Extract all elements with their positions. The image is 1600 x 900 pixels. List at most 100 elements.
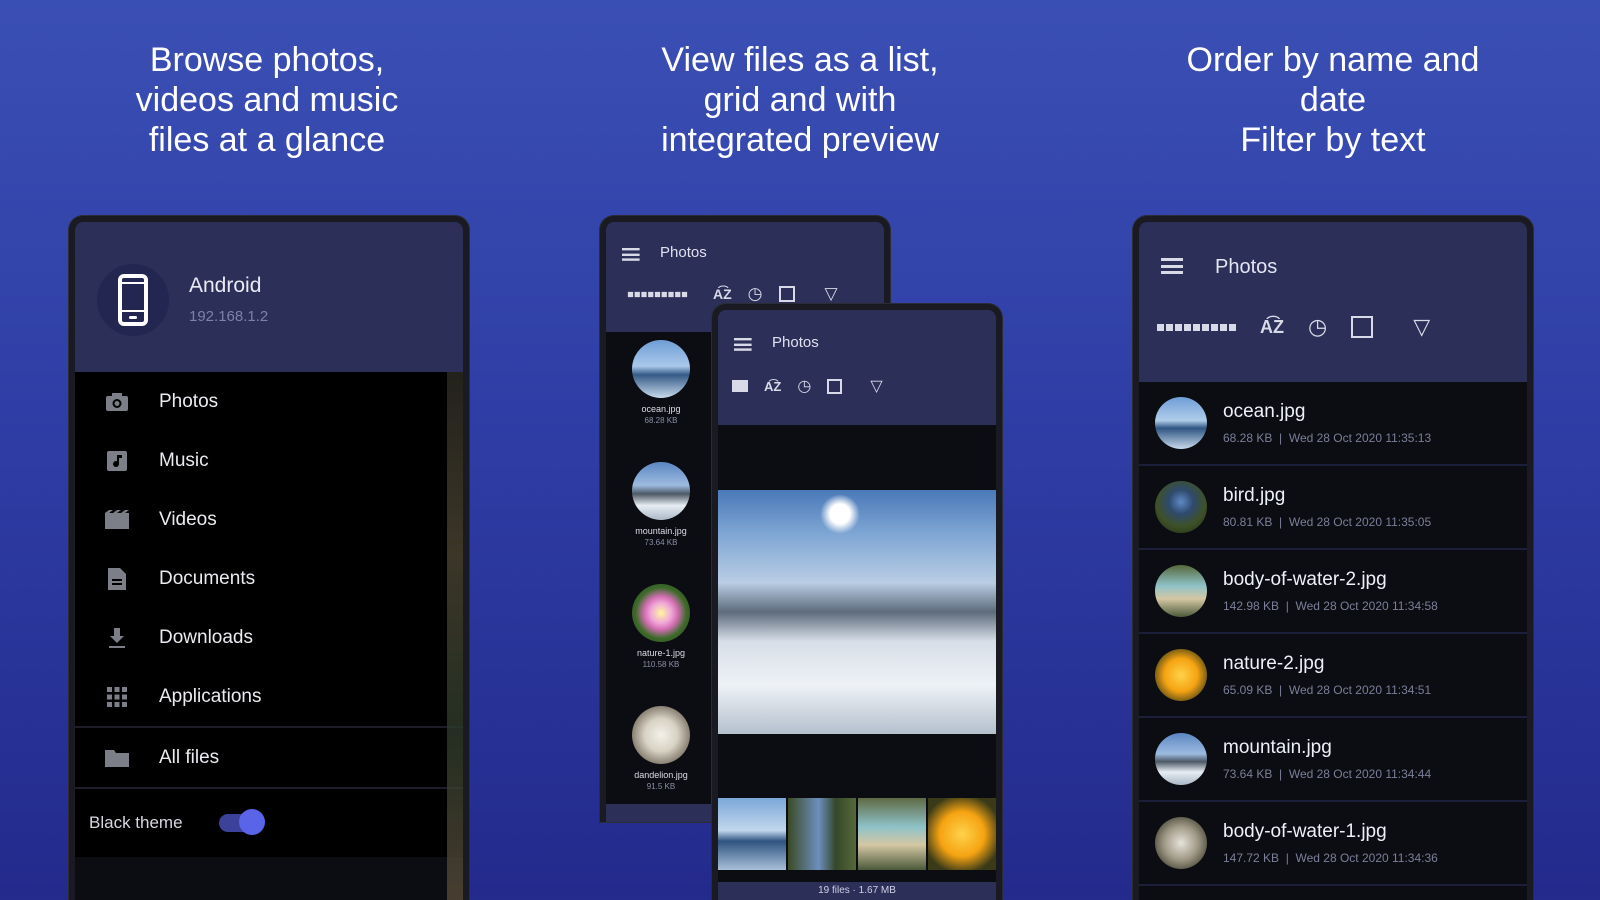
file-size: 73.64 KB [1223, 767, 1273, 781]
drawer-item-photos[interactable]: Photos [75, 372, 463, 431]
device-avatar [97, 264, 169, 336]
app-bar: Photos A͡Z ◷ ▽ [718, 310, 996, 425]
file-meta: 80.81 KB | Wed 28 Oct 2020 11:35:05 [1223, 515, 1432, 529]
file-date: Wed 28 Oct 2020 11:34:58 [1295, 599, 1438, 613]
thumbnail [632, 706, 690, 764]
grid-view-icon[interactable] [618, 291, 697, 298]
app-bar: Photos A͡Z ◷ ▽ [1139, 222, 1527, 382]
grid-item[interactable]: ocean.jpg 68.28 KB [616, 340, 706, 462]
thumbnail-strip [718, 798, 996, 870]
drawer-item-label: Downloads [159, 626, 253, 648]
drawer-item-label: Photos [159, 390, 219, 412]
apps-grid-icon [75, 686, 159, 708]
drawer-header: Android 192.168.1.2 [75, 222, 463, 372]
device-name: Android [189, 274, 262, 297]
background-content-strip [447, 372, 463, 900]
file-meta: 68.28 KB | Wed 28 Oct 2020 11:35:13 [1223, 431, 1432, 445]
preview-icon[interactable] [778, 286, 795, 302]
list-item[interactable]: nature-2.jpg 65.09 KB | Wed 28 Oct 2020 … [1139, 634, 1527, 718]
menu-icon [734, 338, 752, 351]
phone-preview: Photos A͡Z ◷ ▽ 19 files · 1.67 MB [712, 304, 1002, 900]
sort-az-icon[interactable]: A͡Z [1260, 317, 1284, 338]
document-icon [75, 567, 159, 591]
file-size: 80.81 KB [1223, 515, 1273, 529]
drawer-item-music[interactable]: Music [75, 431, 463, 490]
file-name: body-of-water-1.jpg [1223, 821, 1387, 842]
file-meta: 147.72 KB | Wed 28 Oct 2020 11:34:36 [1223, 851, 1438, 865]
grid-column: ocean.jpg 68.28 KB mountain.jpg 73.64 KB… [616, 340, 706, 822]
thumbnail [632, 584, 690, 642]
screen-title: Photos [660, 244, 707, 261]
grid-item[interactable]: nature-1.jpg 110.58 KB [616, 584, 706, 706]
toolbar: A͡Z ◷ ▽ [1157, 314, 1430, 340]
download-icon [75, 627, 159, 649]
file-date: Wed 28 Oct 2020 11:34:44 [1288, 767, 1432, 781]
list-item[interactable]: ocean.jpg 68.28 KB | Wed 28 Oct 2020 11:… [1139, 382, 1527, 466]
file-name: ocean.jpg [641, 404, 681, 414]
thumbnail [632, 462, 690, 520]
file-name: nature-2.jpg [1223, 653, 1325, 674]
smartphone-icon [118, 274, 148, 326]
drawer-item-label: Applications [159, 685, 262, 707]
menu-button[interactable] [622, 248, 640, 265]
music-note-icon [75, 450, 159, 472]
sort-date-icon[interactable]: ◷ [748, 284, 763, 304]
thumbnail [632, 340, 690, 398]
strip-thumb[interactable] [928, 798, 996, 870]
file-size: 110.58 KB [642, 660, 680, 669]
strip-thumb[interactable] [858, 798, 926, 870]
toggle-knob [239, 809, 265, 835]
grid-view-icon[interactable] [1157, 323, 1236, 331]
headline-order: Order by name and date Filter by text [1186, 41, 1480, 159]
file-date: Wed 28 Oct 2020 11:34:51 [1288, 683, 1432, 697]
sun-highlight [820, 494, 860, 534]
toolbar: A͡Z ◷ ▽ [618, 284, 838, 304]
list-item[interactable]: body-of-water-2.jpg 142.98 KB | Wed 28 O… [1139, 550, 1527, 634]
filter-icon[interactable]: ▽ [825, 284, 838, 304]
list-item[interactable]: body-of-water-1.jpg 147.72 KB | Wed 28 O… [1139, 802, 1527, 886]
filter-icon[interactable]: ▽ [1413, 314, 1430, 340]
preview-icon[interactable] [827, 378, 843, 394]
drawer-item-downloads[interactable]: Downloads [75, 608, 463, 667]
list-view-icon[interactable] [732, 380, 748, 392]
sort-az-icon[interactable]: A͡Z [764, 379, 781, 394]
file-size: 68.28 KB [644, 416, 678, 425]
file-date: Wed 28 Oct 2020 11:34:36 [1295, 851, 1438, 865]
list-item[interactable]: bird.jpg 80.81 KB | Wed 28 Oct 2020 11:3… [1139, 466, 1527, 550]
strip-thumb[interactable] [718, 798, 786, 870]
menu-icon [622, 248, 640, 261]
drawer-item-videos[interactable]: Videos [75, 490, 463, 549]
file-meta: 142.98 KB | Wed 28 Oct 2020 11:34:58 [1223, 599, 1438, 613]
file-name: bird.jpg [1223, 485, 1286, 506]
file-size: 142.98 KB [1223, 599, 1280, 613]
strip-thumb[interactable] [788, 798, 856, 870]
thumbnail [1155, 649, 1207, 701]
image-preview[interactable] [718, 490, 996, 734]
grid-item[interactable]: mountain.jpg 73.64 KB [616, 462, 706, 584]
drawer-item-documents[interactable]: Documents [75, 549, 463, 608]
black-theme-row: Black theme [75, 789, 463, 857]
sort-date-icon[interactable]: ◷ [797, 376, 811, 396]
black-theme-label: Black theme [89, 813, 183, 832]
black-theme-toggle[interactable] [219, 809, 265, 835]
list-item[interactable]: mountain.jpg 73.64 KB | Wed 28 Oct 2020 … [1139, 718, 1527, 802]
file-name: mountain.jpg [1223, 737, 1332, 758]
status-footer: 19 files · 1.67 MB [718, 882, 996, 900]
sort-date-icon[interactable]: ◷ [1308, 314, 1327, 340]
file-date: Wed 28 Oct 2020 11:35:13 [1288, 431, 1432, 445]
drawer-item-all-files[interactable]: All files [75, 728, 463, 787]
drawer-item-label: Documents [159, 567, 256, 589]
drawer-item-applications[interactable]: Applications [75, 667, 463, 726]
file-date: Wed 28 Oct 2020 11:35:05 [1288, 515, 1432, 529]
phone-list: Photos A͡Z ◷ ▽ ocean.jpg 68.28 KB | Wed … [1133, 216, 1533, 900]
preview-icon[interactable] [1351, 316, 1374, 338]
sort-az-icon[interactable]: A͡Z [713, 286, 732, 302]
file-name: ocean.jpg [1223, 401, 1306, 422]
screen-title: Photos [772, 334, 819, 351]
filter-icon[interactable]: ▽ [870, 376, 882, 396]
menu-button[interactable] [734, 338, 752, 355]
menu-button[interactable] [1161, 258, 1183, 279]
file-size: 68.28 KB [1223, 431, 1273, 445]
device-ip: 192.168.1.2 [189, 308, 269, 325]
phone-drawer: Android 192.168.1.2 Photos Music Videos [69, 216, 469, 900]
